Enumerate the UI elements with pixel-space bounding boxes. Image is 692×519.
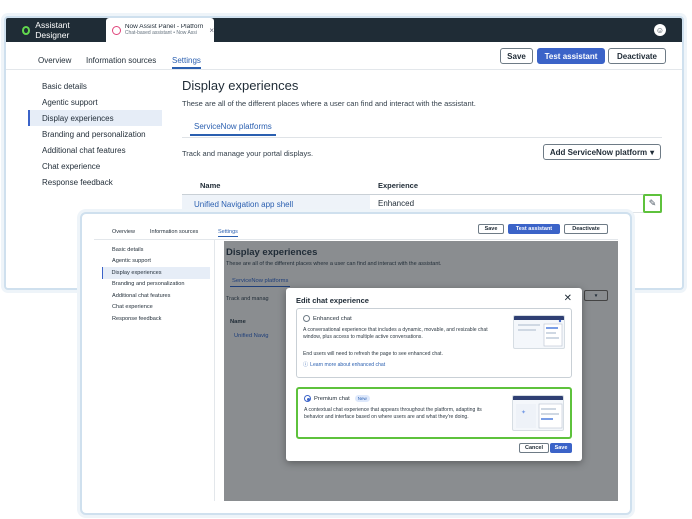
sidebar-item-response-feedback[interactable]: Response feedback	[102, 313, 210, 325]
sidebar-item-chat-experience[interactable]: Chat experience	[102, 302, 210, 314]
edit-pencil-icon[interactable]: ✎	[643, 194, 662, 213]
column-header-experience: Experience	[378, 181, 419, 190]
sidebar-item-agentic-support[interactable]: Agentic support	[102, 256, 210, 268]
settings-sidebar: Basic details Agentic support Display ex…	[102, 244, 210, 325]
sidebar-item-branding[interactable]: Branding and personalization	[28, 126, 162, 142]
settings-sidebar: Basic details Agentic support Display ex…	[28, 78, 162, 190]
add-platform-button[interactable]: Add ServiceNow platform ▾	[543, 144, 661, 160]
tab-overview[interactable]: Overview	[38, 56, 71, 65]
page-subtitle: These are all of the different places wh…	[226, 261, 442, 267]
track-text: Track and manage your portal displays.	[182, 149, 314, 158]
subtab-bar: ServiceNow platforms	[182, 122, 662, 138]
tab-information-sources[interactable]: Information sources	[150, 229, 198, 235]
cancel-button[interactable]: Cancel	[519, 443, 549, 453]
page-title: Display experiences	[226, 247, 318, 258]
modal-save-button[interactable]: Save	[550, 443, 572, 453]
tab-settings[interactable]: Settings	[218, 229, 238, 237]
row-name-link[interactable]: Unified Navigation app shell	[182, 195, 370, 213]
sidebar-item-additional-chat-features[interactable]: Additional chat features	[28, 142, 162, 158]
brand[interactable]: Assistant Designer	[6, 20, 96, 40]
radio-premium-chat[interactable]	[304, 395, 311, 402]
front-window: Overview Information sources Settings Sa…	[80, 212, 632, 515]
add-platform-button-partial: ▾	[584, 290, 608, 301]
user-avatar-icon[interactable]: ☺	[654, 24, 666, 36]
row-name-partial: Unified Navig	[234, 333, 269, 339]
primary-nav-zoomed: Overview Information sources Settings Sa…	[94, 214, 618, 240]
learn-more-label: Learn more about enhanced chat	[310, 361, 386, 368]
tab-servicenow-platforms: ServiceNow platforms	[230, 278, 291, 287]
sidebar-item-display-experiences[interactable]: Display experiences	[28, 110, 162, 126]
radio-enhanced-chat[interactable]	[303, 315, 310, 322]
row-experience: Enhanced	[378, 199, 415, 208]
sidebar-item-additional-chat-features[interactable]: Additional chat features	[102, 290, 210, 302]
main-content: Display experiences These are all of the…	[182, 78, 662, 213]
test-assistant-button[interactable]: Test assistant	[508, 224, 560, 234]
sidebar-item-basic-details[interactable]: Basic details	[28, 78, 162, 94]
sidebar-divider	[214, 240, 215, 501]
column-header-name: Name	[200, 181, 221, 190]
deactivate-button[interactable]: Deactivate	[564, 224, 608, 234]
save-button[interactable]: Save	[478, 224, 504, 234]
premium-chat-preview-image: ✦	[512, 395, 564, 431]
table-row: Unified Navigation app shell Enhanced ✎	[182, 194, 662, 213]
option-enhanced-note: End users will need to refresh the page …	[303, 351, 443, 357]
option-premium-chat[interactable]: Premium chat New A contextual chat exper…	[296, 387, 572, 439]
option-premium-label: Premium chat	[314, 395, 350, 402]
servicenow-logo-icon	[22, 25, 31, 35]
modal-title: Edit chat experience	[296, 296, 369, 305]
column-header-name: Name	[230, 319, 246, 325]
save-button[interactable]: Save	[500, 48, 533, 64]
brand-label: Assistant Designer	[35, 20, 70, 40]
app-header: Assistant Designer Now Assist Panel - Pl…	[6, 18, 682, 42]
svg-text:✦: ✦	[521, 409, 526, 416]
info-icon: ⓘ	[303, 362, 309, 368]
table-header: Name Experience	[182, 179, 662, 195]
page-title: Display experiences	[182, 78, 299, 93]
sidebar-item-response-feedback[interactable]: Response feedback	[28, 174, 162, 190]
sidebar-item-basic-details[interactable]: Basic details	[102, 244, 210, 256]
new-badge: New	[354, 395, 370, 402]
assistant-icon	[112, 25, 121, 35]
edit-chat-experience-modal: Edit chat experience ✕ Enhanced chat A c…	[286, 288, 582, 461]
track-text-partial: Track and manag	[226, 296, 269, 302]
sidebar-item-branding[interactable]: Branding and personalization	[102, 279, 210, 291]
tab-information-sources[interactable]: Information sources	[86, 56, 156, 65]
tab-settings[interactable]: Settings	[172, 56, 201, 69]
learn-more-link[interactable]: ⓘ Learn more about enhanced chat	[303, 361, 386, 369]
option-enhanced-chat[interactable]: Enhanced chat A conversational experienc…	[296, 308, 572, 378]
tab-servicenow-platforms[interactable]: ServiceNow platforms	[190, 122, 276, 136]
add-platform-label: Add ServiceNow platform	[549, 147, 648, 157]
option-enhanced-label: Enhanced chat	[313, 315, 352, 322]
tab-overview[interactable]: Overview	[112, 229, 135, 235]
sidebar-item-display-experiences[interactable]: Display experiences	[102, 267, 210, 279]
primary-nav: Overview Information sources Settings Sa…	[6, 42, 682, 70]
test-assistant-button[interactable]: Test assistant	[537, 48, 605, 64]
option-enhanced-description: A conversational experience that include…	[303, 327, 488, 340]
tab-subtitle: Chat-based assistant • Now Assi	[124, 29, 197, 36]
close-tab-icon[interactable]: ×	[209, 26, 214, 35]
page-subtitle: These are all of the different places wh…	[182, 99, 476, 108]
close-icon[interactable]: ✕	[564, 293, 572, 304]
enhanced-chat-preview-image	[513, 315, 565, 349]
sidebar-item-agentic-support[interactable]: Agentic support	[28, 94, 162, 110]
deactivate-button[interactable]: Deactivate	[608, 48, 666, 64]
option-premium-description: A contextual chat experience that appear…	[304, 407, 482, 420]
workspace-tab[interactable]: Now Assist Panel - Platform Chat-based a…	[106, 18, 214, 42]
caret-down-icon: ▾	[650, 147, 655, 157]
sidebar-item-chat-experience[interactable]: Chat experience	[28, 158, 162, 174]
